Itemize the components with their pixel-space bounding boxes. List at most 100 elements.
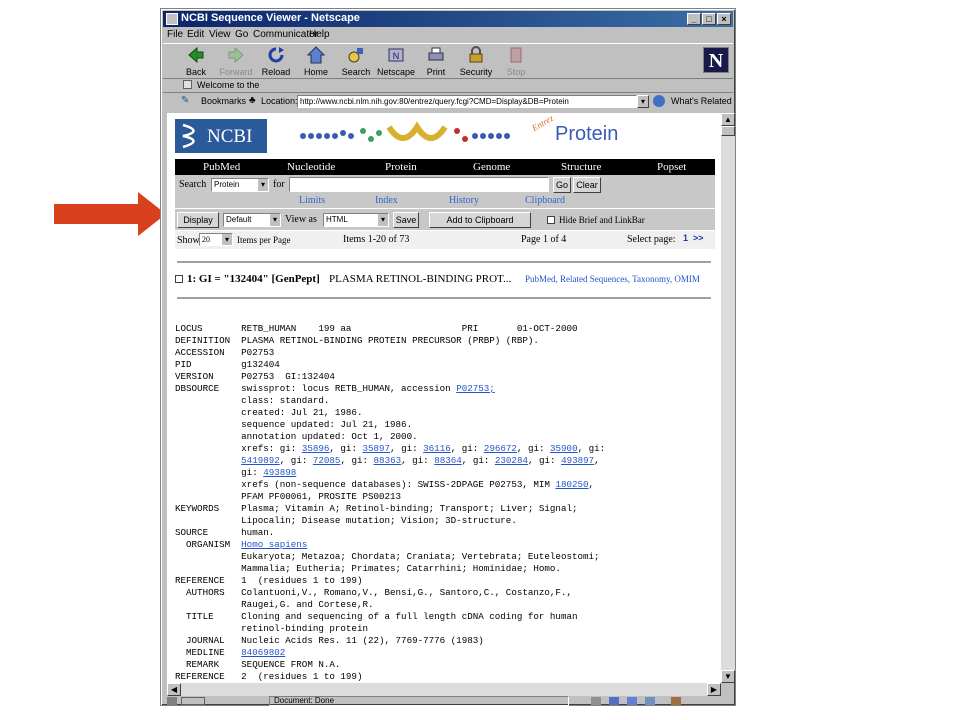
record-line: DEFINITION PLASMA RETINOL-BINDING PROTEI… xyxy=(175,335,539,347)
record-link[interactable]: 5419892 xyxy=(241,455,280,466)
add-to-clipboard-button[interactable]: Add to Clipboard xyxy=(429,212,531,228)
history-link[interactable]: History xyxy=(449,195,479,206)
horizontal-scrollbar[interactable]: ◀ ▶ xyxy=(167,683,721,696)
format-select[interactable]: Default xyxy=(223,213,281,227)
record-link[interactable]: 230284 xyxy=(495,455,528,466)
mail-icon[interactable] xyxy=(609,697,619,705)
scroll-left-button[interactable]: ◀ xyxy=(167,683,181,696)
search-input[interactable] xyxy=(289,177,549,192)
record-text: KEYWORDS Plasma; Vitamin A; Retinol-bind… xyxy=(175,503,578,514)
record-link[interactable]: 35900 xyxy=(550,443,578,454)
result-link[interactable]: PubMed xyxy=(525,274,556,284)
record-link[interactable]: P02753; xyxy=(456,383,495,394)
url-input[interactable]: http://www.ncbi.nlm.nih.gov:80/entrez/qu… xyxy=(297,95,637,108)
vertical-scrollbar[interactable]: ▲ ▼ xyxy=(721,113,735,683)
record-link[interactable]: 296672 xyxy=(484,443,517,454)
result-checkbox[interactable] xyxy=(175,275,183,283)
record-text: Eukaryota; Metazoa; Chordata; Craniata; … xyxy=(175,551,600,562)
whats-related-button[interactable]: What's Related xyxy=(671,96,732,106)
home-button[interactable]: Home xyxy=(297,46,335,77)
print-button[interactable]: Print xyxy=(417,46,455,77)
record-line: DBSOURCE swissprot: locus RETB_HUMAN, ac… xyxy=(175,383,495,395)
scroll-up-button[interactable]: ▲ xyxy=(721,113,735,126)
bookmarks-button[interactable]: Bookmarks xyxy=(201,96,246,106)
search-button[interactable]: Search xyxy=(337,46,375,77)
result-link[interactable]: OMIM xyxy=(674,274,700,284)
sequence-dots-icon xyxy=(300,121,510,142)
record-text: gi: xyxy=(175,467,264,478)
menu-go[interactable]: Go xyxy=(235,29,248,40)
record-link[interactable]: 35897 xyxy=(362,443,390,454)
menu-edit[interactable]: Edit xyxy=(187,29,204,40)
record-link[interactable]: 35896 xyxy=(302,443,330,454)
edit-icon[interactable] xyxy=(671,697,681,705)
component-icon[interactable] xyxy=(591,697,601,705)
record-text: DBSOURCE swissprot: locus RETB_HUMAN, ac… xyxy=(175,383,457,394)
clipboard-link[interactable]: Clipboard xyxy=(525,195,565,206)
page-1-link[interactable]: 1 xyxy=(683,233,688,243)
menu-file[interactable]: File xyxy=(167,29,183,40)
result-link[interactable]: Related Sequences xyxy=(560,274,628,284)
stop-button[interactable]: Stop xyxy=(497,46,535,77)
index-link[interactable]: Index xyxy=(375,195,398,206)
result-link[interactable]: Taxonomy xyxy=(632,274,670,284)
ncbi-logo[interactable]: NCBI xyxy=(175,119,267,153)
record-link[interactable]: 84069802 xyxy=(241,647,285,658)
record-link[interactable]: 88363 xyxy=(374,455,402,466)
page-content: NCBI Entrez Protein PubMed Nucleotide Pr… xyxy=(167,113,721,683)
items-per-page-select[interactable]: 20 xyxy=(199,233,233,246)
record-link[interactable]: 36116 xyxy=(423,443,451,454)
display-button[interactable]: Display xyxy=(177,212,219,228)
record-text: xrefs (non-sequence databases): SWISS-2D… xyxy=(175,479,556,490)
maximize-button[interactable]: □ xyxy=(702,13,716,25)
composer-icon[interactable] xyxy=(645,697,655,705)
close-button[interactable]: × xyxy=(717,13,731,25)
nav-nucleotide[interactable]: Nucleotide xyxy=(287,161,335,173)
reload-icon xyxy=(268,47,284,63)
clear-button[interactable]: Clear xyxy=(573,177,601,193)
back-button[interactable]: Back xyxy=(177,46,215,77)
record-link[interactable]: Homo sapiens xyxy=(241,539,307,550)
reload-button[interactable]: Reload xyxy=(257,46,295,77)
bookmark-page-icon xyxy=(183,80,192,89)
record-text: class: standard. xyxy=(175,395,330,406)
save-button[interactable]: Save xyxy=(393,212,419,228)
minimize-button[interactable]: _ xyxy=(687,13,701,25)
hide-brief-checkbox[interactable] xyxy=(547,216,555,224)
nav-genome[interactable]: Genome xyxy=(473,161,510,173)
scroll-right-button[interactable]: ▶ xyxy=(707,683,721,696)
scroll-thumb[interactable] xyxy=(721,126,735,136)
url-dropdown-button[interactable]: ▾ xyxy=(637,95,649,108)
search-label: Search xyxy=(179,179,207,190)
record-link[interactable]: 493897 xyxy=(561,455,594,466)
record-link[interactable]: 88364 xyxy=(434,455,462,466)
forward-button[interactable]: Forward xyxy=(217,46,255,77)
personal-link[interactable]: Welcome to the xyxy=(197,80,259,90)
window-title: NCBI Sequence Viewer - Netscape xyxy=(181,12,360,24)
app-icon xyxy=(166,13,178,25)
menu-help[interactable]: Help xyxy=(309,29,330,40)
record-text: , xyxy=(588,479,595,490)
scroll-down-button[interactable]: ▼ xyxy=(721,670,735,683)
discussion-icon[interactable] xyxy=(627,697,637,705)
record-link[interactable]: 493898 xyxy=(263,467,296,478)
personal-toolbar: Welcome to the xyxy=(163,79,733,93)
netscape-button[interactable]: N Netscape xyxy=(377,46,415,77)
nav-popset[interactable]: Popset xyxy=(657,161,686,173)
record-link[interactable]: 72085 xyxy=(313,455,341,466)
record-link[interactable]: 180250 xyxy=(555,479,588,490)
netscape-logo-icon[interactable]: N xyxy=(703,47,729,73)
result-description: PLASMA RETINOL-BINDING PROT... xyxy=(329,273,512,285)
menu-view[interactable]: View xyxy=(209,29,231,40)
record-line: LOCUS RETB_HUMAN 199 aa PRI 01-OCT-2000 xyxy=(175,323,577,335)
nav-protein[interactable]: Protein xyxy=(385,161,417,173)
record-text: MEDLINE xyxy=(175,647,242,658)
go-button[interactable]: Go xyxy=(553,177,571,193)
limits-link[interactable]: Limits xyxy=(299,195,325,206)
nav-pubmed[interactable]: PubMed xyxy=(203,161,240,173)
security-button[interactable]: Security xyxy=(457,46,495,77)
nav-structure[interactable]: Structure xyxy=(561,161,601,173)
view-as-select[interactable]: HTML xyxy=(323,213,389,227)
next-page-link[interactable]: >> xyxy=(693,233,704,243)
database-select[interactable]: Protein xyxy=(211,178,269,192)
